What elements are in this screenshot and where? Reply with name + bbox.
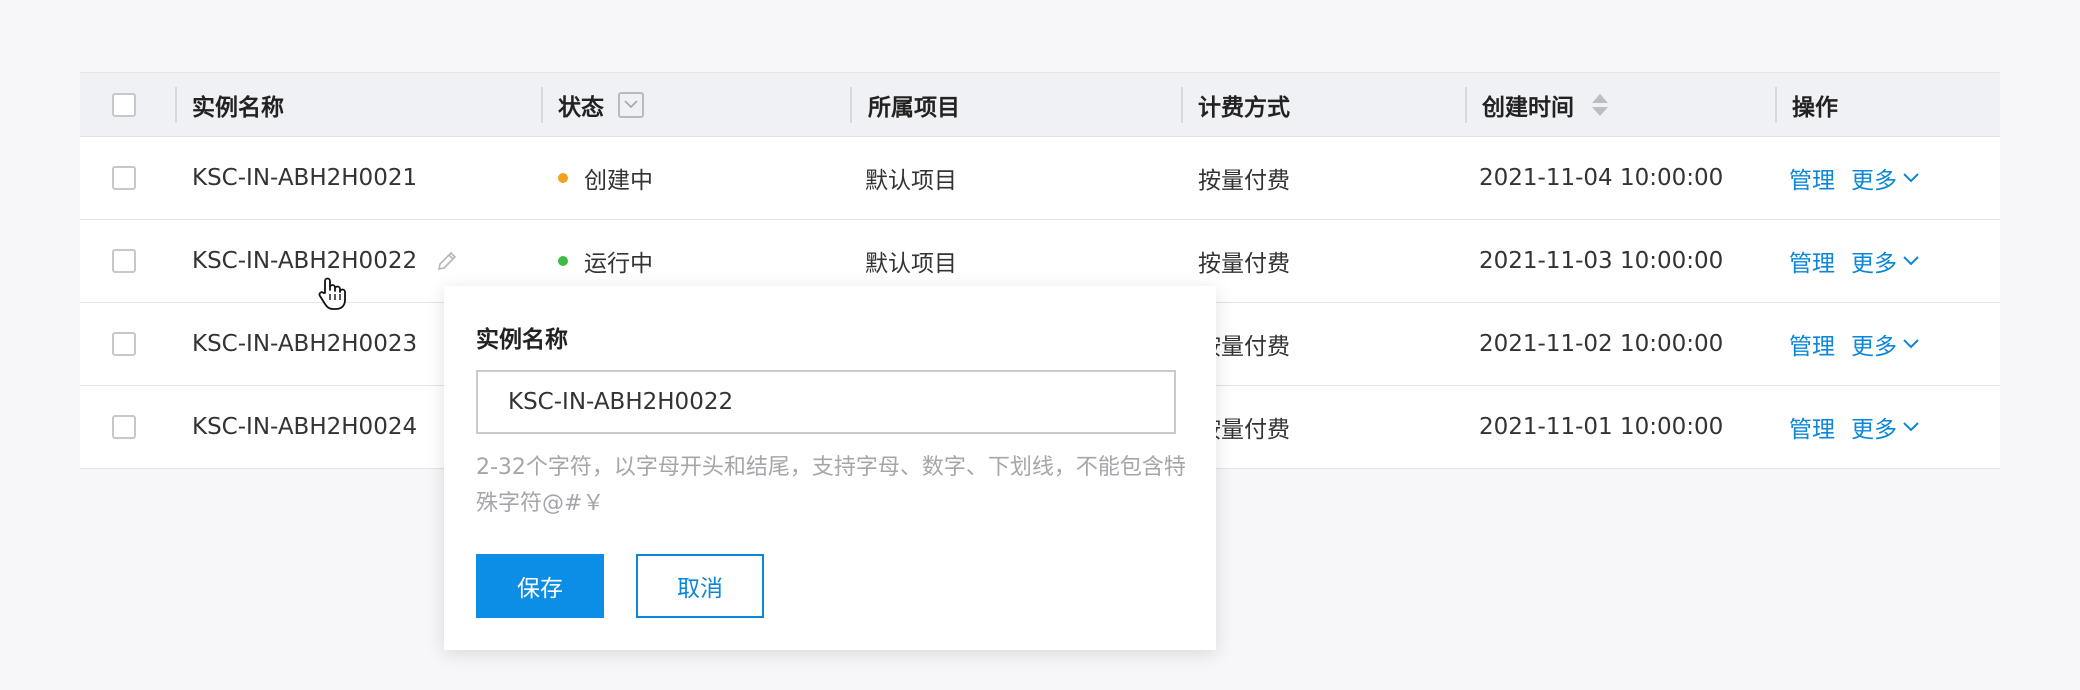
- column-divider: [541, 87, 543, 123]
- row-checkbox[interactable]: [112, 332, 136, 356]
- save-button[interactable]: 保存: [476, 554, 604, 618]
- row-checkbox[interactable]: [112, 166, 136, 190]
- operations-cell: 管理 更多: [1789, 137, 1919, 219]
- manage-link[interactable]: 管理: [1789, 327, 1835, 361]
- more-label: 更多: [1851, 168, 1897, 194]
- manage-link[interactable]: 管理: [1789, 244, 1835, 278]
- status-dot-icon: [558, 173, 568, 183]
- sort-arrows-icon[interactable]: [1592, 93, 1608, 116]
- created-time-text: 2021-11-02 10:00:00: [1479, 331, 1724, 357]
- operations-cell: 管理 更多: [1789, 303, 1919, 385]
- more-label: 更多: [1851, 417, 1897, 443]
- table-header-row: 实例名称 状态 所属项目 计费方式 创建时间 操作: [80, 73, 2000, 137]
- chevron-down-icon: [1903, 422, 1919, 432]
- hand-pointer-icon: [316, 276, 348, 316]
- header-status: 状态: [558, 73, 644, 136]
- select-all-checkbox[interactable]: [112, 92, 136, 117]
- rename-popover: 实例名称 2-32个字符，以字母开头和结尾，支持字母、数字、下划线，不能包含特殊…: [444, 286, 1216, 650]
- pencil-icon[interactable]: [435, 249, 459, 273]
- more-dropdown[interactable]: 更多: [1851, 244, 1919, 278]
- status-text: 运行中: [584, 251, 653, 277]
- created-time-text: 2021-11-03 10:00:00: [1479, 248, 1724, 274]
- table-row: KSC-IN-ABH2H0021 创建中 默认项目 按量付费 2021-11-0…: [80, 137, 2000, 220]
- cancel-button[interactable]: 取消: [636, 554, 764, 618]
- header-created-time[interactable]: 创建时间: [1482, 73, 1608, 136]
- header-created-label: 创建时间: [1482, 94, 1574, 121]
- popover-title: 实例名称: [476, 327, 568, 353]
- chevron-down-icon: [1903, 173, 1919, 183]
- header-billing: 计费方式: [1198, 94, 1290, 121]
- row-checkbox[interactable]: [112, 415, 136, 439]
- more-label: 更多: [1851, 334, 1897, 360]
- status-filter-icon[interactable]: [618, 91, 644, 118]
- operations-cell: 管理 更多: [1789, 386, 1919, 468]
- more-dropdown[interactable]: 更多: [1851, 327, 1919, 361]
- input-hint: 2-32个字符，以字母开头和结尾，支持字母、数字、下划线，不能包含特殊字符@#￥: [476, 455, 1186, 516]
- manage-link[interactable]: 管理: [1789, 161, 1835, 195]
- column-divider: [850, 87, 852, 123]
- more-dropdown[interactable]: 更多: [1851, 161, 1919, 195]
- instance-name-input[interactable]: [476, 370, 1176, 434]
- chevron-down-icon: [1903, 339, 1919, 349]
- instance-name: KSC-IN-ABH2H0022: [192, 248, 418, 274]
- status-text: 创建中: [584, 168, 653, 194]
- status-dot-icon: [558, 256, 568, 266]
- column-divider: [1181, 87, 1183, 123]
- instance-name: KSC-IN-ABH2H0024: [192, 414, 418, 440]
- column-divider: [1465, 87, 1467, 123]
- project-text: 默认项目: [865, 168, 957, 194]
- instance-name: KSC-IN-ABH2H0023: [192, 331, 418, 357]
- row-checkbox[interactable]: [112, 249, 136, 273]
- select-all-cell: [112, 73, 136, 136]
- column-divider: [1775, 87, 1777, 123]
- more-dropdown[interactable]: 更多: [1851, 410, 1919, 444]
- created-time-text: 2021-11-01 10:00:00: [1479, 414, 1724, 440]
- chevron-down-icon: [1903, 256, 1919, 266]
- created-time-text: 2021-11-04 10:00:00: [1479, 165, 1724, 191]
- operations-cell: 管理 更多: [1789, 220, 1919, 302]
- column-divider: [175, 87, 177, 123]
- status-cell: 创建中: [558, 137, 653, 219]
- header-status-label: 状态: [558, 94, 604, 121]
- header-project: 所属项目: [868, 94, 960, 121]
- header-operations: 操作: [1792, 94, 1838, 121]
- header-instance-name: 实例名称: [192, 94, 284, 121]
- billing-text: 按量付费: [1198, 168, 1290, 194]
- more-label: 更多: [1851, 251, 1897, 277]
- manage-link[interactable]: 管理: [1789, 410, 1835, 444]
- instance-name: KSC-IN-ABH2H0021: [192, 165, 418, 191]
